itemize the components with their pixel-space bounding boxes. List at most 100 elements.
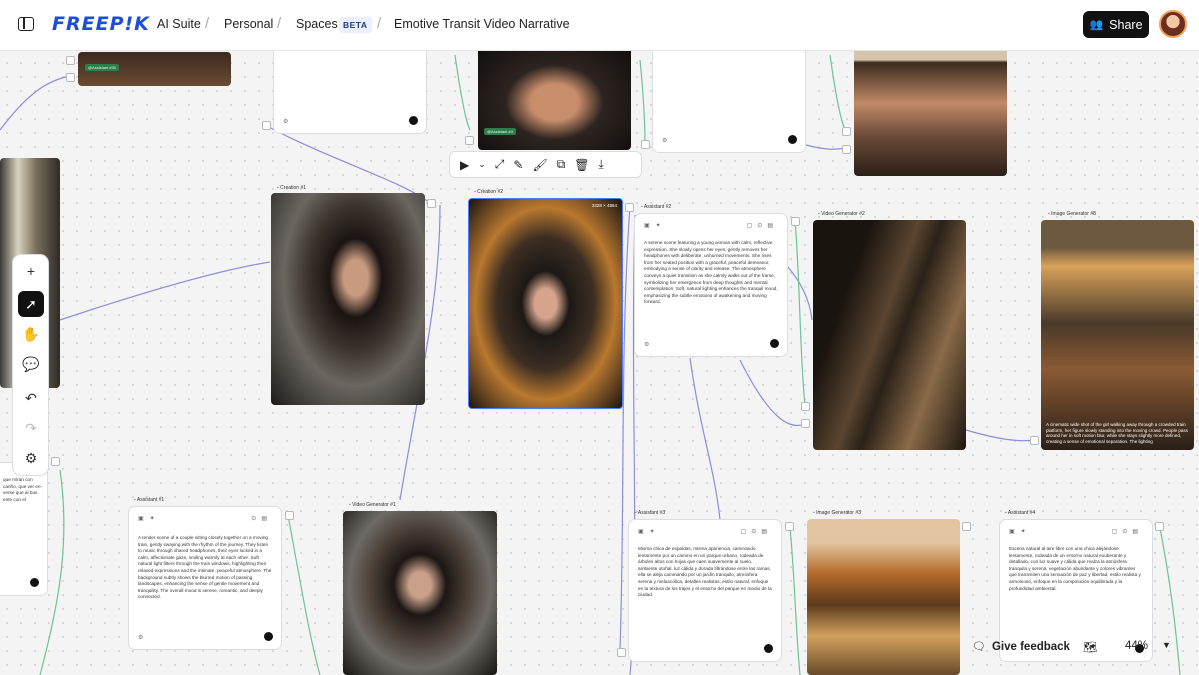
node-label: Assistant #2: [641, 204, 671, 210]
settings-icon[interactable]: ⚙: [662, 137, 667, 144]
breadcrumb-personal[interactable]: Personal: [224, 17, 273, 31]
node-label: Video Generator #1: [349, 502, 396, 508]
undo-icon[interactable]: ↶: [18, 385, 44, 411]
feedback-button[interactable]: 🗨 Give feedback: [972, 640, 1070, 654]
settings-icon[interactable]: ⚙: [18, 445, 44, 471]
node-card-top-right[interactable]: ⚙: [652, 44, 806, 153]
image-node-generator-8[interactable]: A cinematic wide shot of the girl walkin…: [1041, 220, 1194, 450]
image-node-top-left[interactable]: @Assistant #30: [78, 52, 231, 86]
run-icon[interactable]: [30, 578, 39, 587]
connection-port[interactable]: [1155, 522, 1164, 531]
connection-port[interactable]: [1030, 436, 1039, 445]
brush-icon[interactable]: 🖌: [532, 158, 547, 172]
card-tool-icons[interactable]: ▣✦: [638, 528, 661, 535]
image-node-generator-3[interactable]: [807, 519, 960, 675]
beta-badge: BETA: [339, 17, 372, 33]
node-label: Assistant #3: [635, 510, 665, 516]
assistant-text: A tender scene of a couple sitting close…: [138, 535, 272, 600]
run-icon[interactable]: [264, 632, 273, 641]
node-label: Creation #1: [277, 185, 306, 191]
settings-icon[interactable]: ⚙: [283, 118, 288, 125]
card-tool-icons[interactable]: ▣✦: [1009, 528, 1032, 535]
share-label: Share: [1109, 17, 1143, 32]
assistant-card-1[interactable]: ▣✦ ⊙▤ A tender scene of a couple sitting…: [128, 506, 282, 650]
minimap-icon[interactable]: 🗺: [1083, 640, 1098, 654]
connection-port[interactable]: [465, 136, 474, 145]
connection-port[interactable]: [617, 648, 626, 657]
download-icon[interactable]: ⤓: [599, 157, 604, 172]
assistant-tag: @Assistant #4: [484, 128, 516, 135]
breadcrumb-separator: /: [205, 15, 210, 32]
node-card-top[interactable]: ⚙: [273, 44, 427, 134]
card-action-icons[interactable]: ⊙▤: [251, 515, 272, 522]
plus-icon[interactable]: +: [18, 258, 44, 284]
cursor-icon[interactable]: ➚: [18, 291, 44, 317]
connection-port[interactable]: [51, 457, 60, 466]
video-node-generator-2[interactable]: [813, 220, 966, 450]
connection-port[interactable]: [962, 522, 971, 531]
connection-port[interactable]: [427, 199, 436, 208]
node-card-left-partial[interactable]: que miran con cariño, que ver en- verse …: [0, 462, 48, 596]
run-icon[interactable]: [788, 135, 797, 144]
sidebar-toggle-icon[interactable]: [18, 17, 34, 31]
run-icon[interactable]: [770, 339, 779, 348]
run-icon[interactable]: [764, 644, 773, 653]
connection-port[interactable]: [66, 56, 75, 65]
connection-port[interactable]: [785, 522, 794, 531]
assistant-card-2[interactable]: ▣✦ ▢⊙▤ A serene scene featuring a young …: [634, 213, 788, 357]
connection-port[interactable]: [842, 145, 851, 154]
node-label: Assistant #4: [1005, 510, 1035, 516]
users-icon: 👥: [1089, 19, 1104, 31]
freepik-logo[interactable]: FREEP!K: [52, 13, 150, 35]
node-toolbar: ▶ ⌄ ⤢ ✎ 🖌 ⧉ 🗑 ⤓: [449, 151, 642, 178]
redo-icon[interactable]: ↷: [18, 415, 44, 441]
run-icon[interactable]: [409, 116, 418, 125]
trash-icon[interactable]: 🗑: [574, 158, 589, 172]
expand-icon[interactable]: ⤢: [495, 157, 505, 172]
card-action-icons[interactable]: ▢⊙▤: [741, 528, 772, 535]
settings-icon[interactable]: ⚙: [644, 341, 649, 348]
project-title[interactable]: Emotive Transit Video Narrative: [394, 17, 570, 31]
node-label: Creation #2: [474, 189, 503, 195]
connection-port[interactable]: [801, 419, 810, 428]
avatar[interactable]: [1159, 10, 1187, 38]
node-label: Image Generator #3: [813, 510, 861, 516]
card-action-icons[interactable]: ▢⊙▤: [747, 222, 778, 229]
connection-port[interactable]: [801, 402, 810, 411]
card-tool-icons[interactable]: ▣✦: [644, 222, 667, 229]
zoom-level[interactable]: 44%: [1125, 640, 1148, 652]
chevron-down-icon[interactable]: ⌄: [478, 159, 486, 170]
play-icon[interactable]: ▶: [460, 158, 469, 172]
connection-port[interactable]: [791, 217, 800, 226]
resolution-label: 3328 × 4864: [591, 203, 617, 208]
assistant-text: Misma chica de espaldas, misma aparienci…: [638, 546, 772, 598]
connection-port[interactable]: [842, 127, 851, 136]
image-node-creation-2[interactable]: 3328 × 4864: [468, 198, 623, 409]
card-action-icons[interactable]: ▢⊙▤: [1112, 528, 1143, 535]
connection-port[interactable]: [66, 73, 75, 82]
assistant-card-3[interactable]: ▣✦ ▢⊙▤ Misma chica de espaldas, misma ap…: [628, 519, 782, 662]
image-caption: A cinematic wide shot of the girl walkin…: [1046, 421, 1188, 445]
settings-icon[interactable]: ⚙: [138, 634, 143, 641]
canvas-tool-panel: + ➚ ✋ 💬 ↶ ↷ ⚙: [12, 254, 49, 476]
connection-port[interactable]: [262, 121, 271, 130]
share-button[interactable]: 👥 Share: [1083, 11, 1149, 38]
edit-icon[interactable]: ✎: [513, 158, 523, 172]
zoom-dropdown-icon[interactable]: ▼: [1162, 640, 1171, 650]
node-label: Video Generator #2: [818, 211, 865, 217]
connection-port[interactable]: [625, 203, 634, 212]
comment-icon[interactable]: 💬: [18, 351, 44, 377]
image-node-creation-1[interactable]: [271, 193, 425, 405]
hand-icon[interactable]: ✋: [18, 321, 44, 347]
breadcrumb-spaces[interactable]: Spaces: [296, 17, 338, 31]
image-node-hands[interactable]: @Assistant #4: [478, 44, 631, 150]
feedback-icon: 🗨: [972, 641, 986, 653]
breadcrumb-ai-suite[interactable]: AI Suite: [157, 17, 201, 31]
connection-port[interactable]: [285, 511, 294, 520]
node-label: Image Generator #8: [1048, 211, 1096, 217]
video-node-generator-1[interactable]: [343, 511, 497, 675]
card-tool-icons[interactable]: ▣✦: [138, 515, 161, 522]
copy-icon[interactable]: ⧉: [557, 157, 566, 172]
image-node-hands-2[interactable]: [854, 44, 1007, 176]
connection-port[interactable]: [641, 140, 650, 149]
